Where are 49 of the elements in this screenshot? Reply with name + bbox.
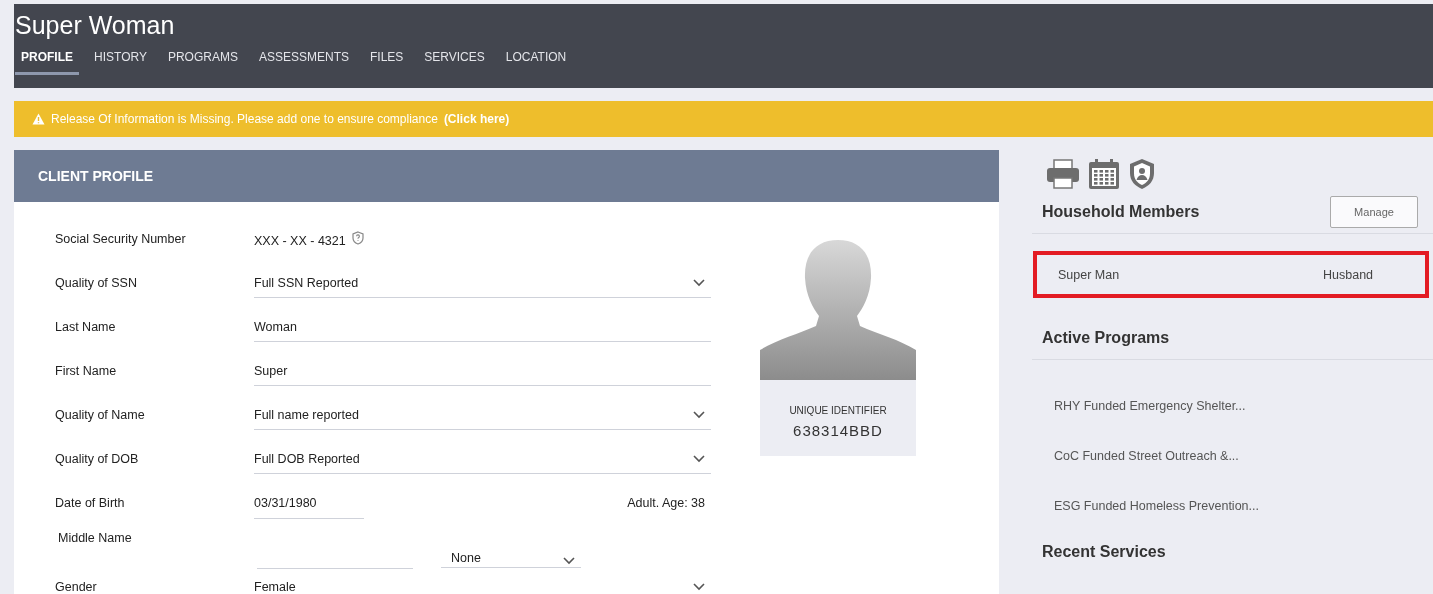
section-heading: Active Programs xyxy=(1042,329,1170,347)
program-link[interactable]: RHY Funded Emergency Shelter... xyxy=(1054,399,1246,413)
input-field[interactable]: Woman xyxy=(254,312,711,342)
nav-tab[interactable]: PROFILE xyxy=(15,50,79,75)
printer-icon[interactable] xyxy=(1046,159,1080,189)
alert-message: Release Of Information is Missing. Please add one to ensure compliance xyxy=(51,112,438,126)
select-field[interactable]: None xyxy=(441,544,581,568)
chevron-down-icon xyxy=(693,582,705,591)
program-link[interactable]: CoC Funded Street Outreach &... xyxy=(1054,449,1239,463)
nav-tab[interactable]: HISTORY xyxy=(88,50,153,75)
nav-tab[interactable]: LOCATION xyxy=(499,50,573,75)
chevron-down-icon xyxy=(563,557,575,565)
select-field[interactable]: Full DOB Reported xyxy=(254,444,711,474)
household-member-row[interactable]: Super Man Husband xyxy=(1033,251,1429,298)
nav-tab[interactable]: ASSESSMENTS xyxy=(252,50,355,75)
chevron-down-icon xyxy=(693,278,705,287)
field-label: Gender xyxy=(55,580,98,594)
card-title: CLIENT PROFILE xyxy=(38,168,154,184)
select-field[interactable]: Full SSN Reported xyxy=(254,268,711,298)
field-label: Quality of Name xyxy=(55,408,146,422)
nav-tab[interactable]: PROGRAMS xyxy=(161,50,244,75)
shield-user-icon[interactable] xyxy=(1128,158,1156,190)
shield-question-icon xyxy=(351,230,364,245)
date-field[interactable]: 03/31/1980 xyxy=(254,487,364,519)
age-text: Adult. Age: 38 xyxy=(627,496,705,510)
input-field[interactable]: Super xyxy=(254,356,711,386)
field-label: Quality of DOB xyxy=(55,452,140,466)
field-label: Date of Birth xyxy=(55,496,126,510)
select-field[interactable]: Full name reported xyxy=(254,400,711,430)
chevron-down-icon xyxy=(693,410,705,419)
section-heading: Recent Services xyxy=(1042,543,1167,561)
page-title: Super Woman xyxy=(15,12,176,38)
field-label: First Name xyxy=(55,364,118,378)
chevron-down-icon xyxy=(693,454,705,463)
field-label: Quality of SSN xyxy=(55,276,138,290)
field-value: XXX - XX - 4321 xyxy=(254,233,346,248)
identifier-value: 638314BBD xyxy=(793,422,883,439)
nav-tab[interactable]: SERVICES xyxy=(418,50,491,75)
warning-icon xyxy=(32,113,45,125)
manage-button[interactable]: Manage xyxy=(1330,195,1418,228)
select-field[interactable]: Female xyxy=(254,572,711,594)
nav-tab[interactable]: FILES xyxy=(363,50,410,75)
section-heading: Household Members xyxy=(1042,202,1200,221)
field-label: Middle Name xyxy=(57,531,133,545)
field-label: Last Name xyxy=(55,320,117,334)
calendar-icon[interactable] xyxy=(1088,158,1120,190)
field-label: Social Security Number xyxy=(55,232,187,246)
identifier-caption: UNIQUE IDENTIFIER xyxy=(789,405,887,416)
program-link[interactable]: ESG Funded Homeless Prevention... xyxy=(1054,499,1259,513)
